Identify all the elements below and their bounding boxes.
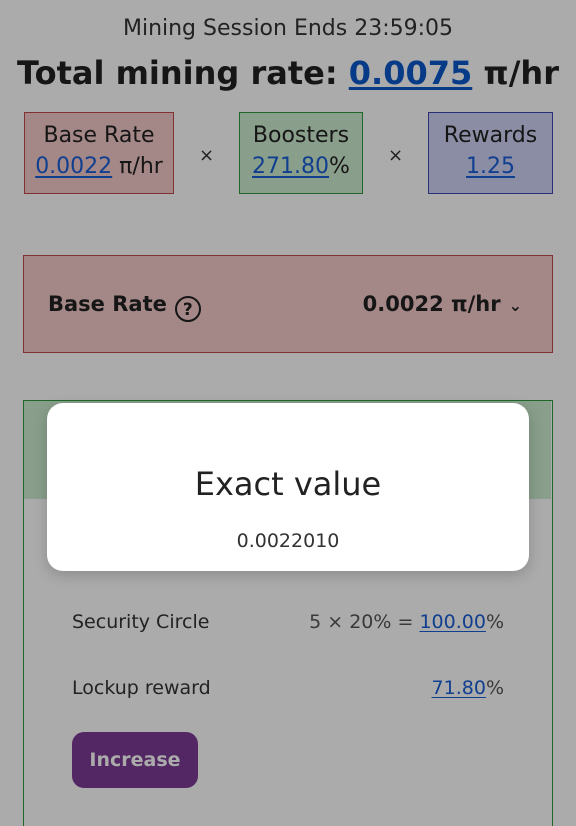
exact-value-dialog: Exact value 0.0022010 bbox=[47, 403, 529, 571]
mining-page: Mining Session Ends 23:59:05 Total minin… bbox=[0, 0, 576, 826]
dialog-title: Exact value bbox=[194, 465, 382, 503]
dialog-exact-value: 0.0022010 bbox=[236, 530, 340, 552]
